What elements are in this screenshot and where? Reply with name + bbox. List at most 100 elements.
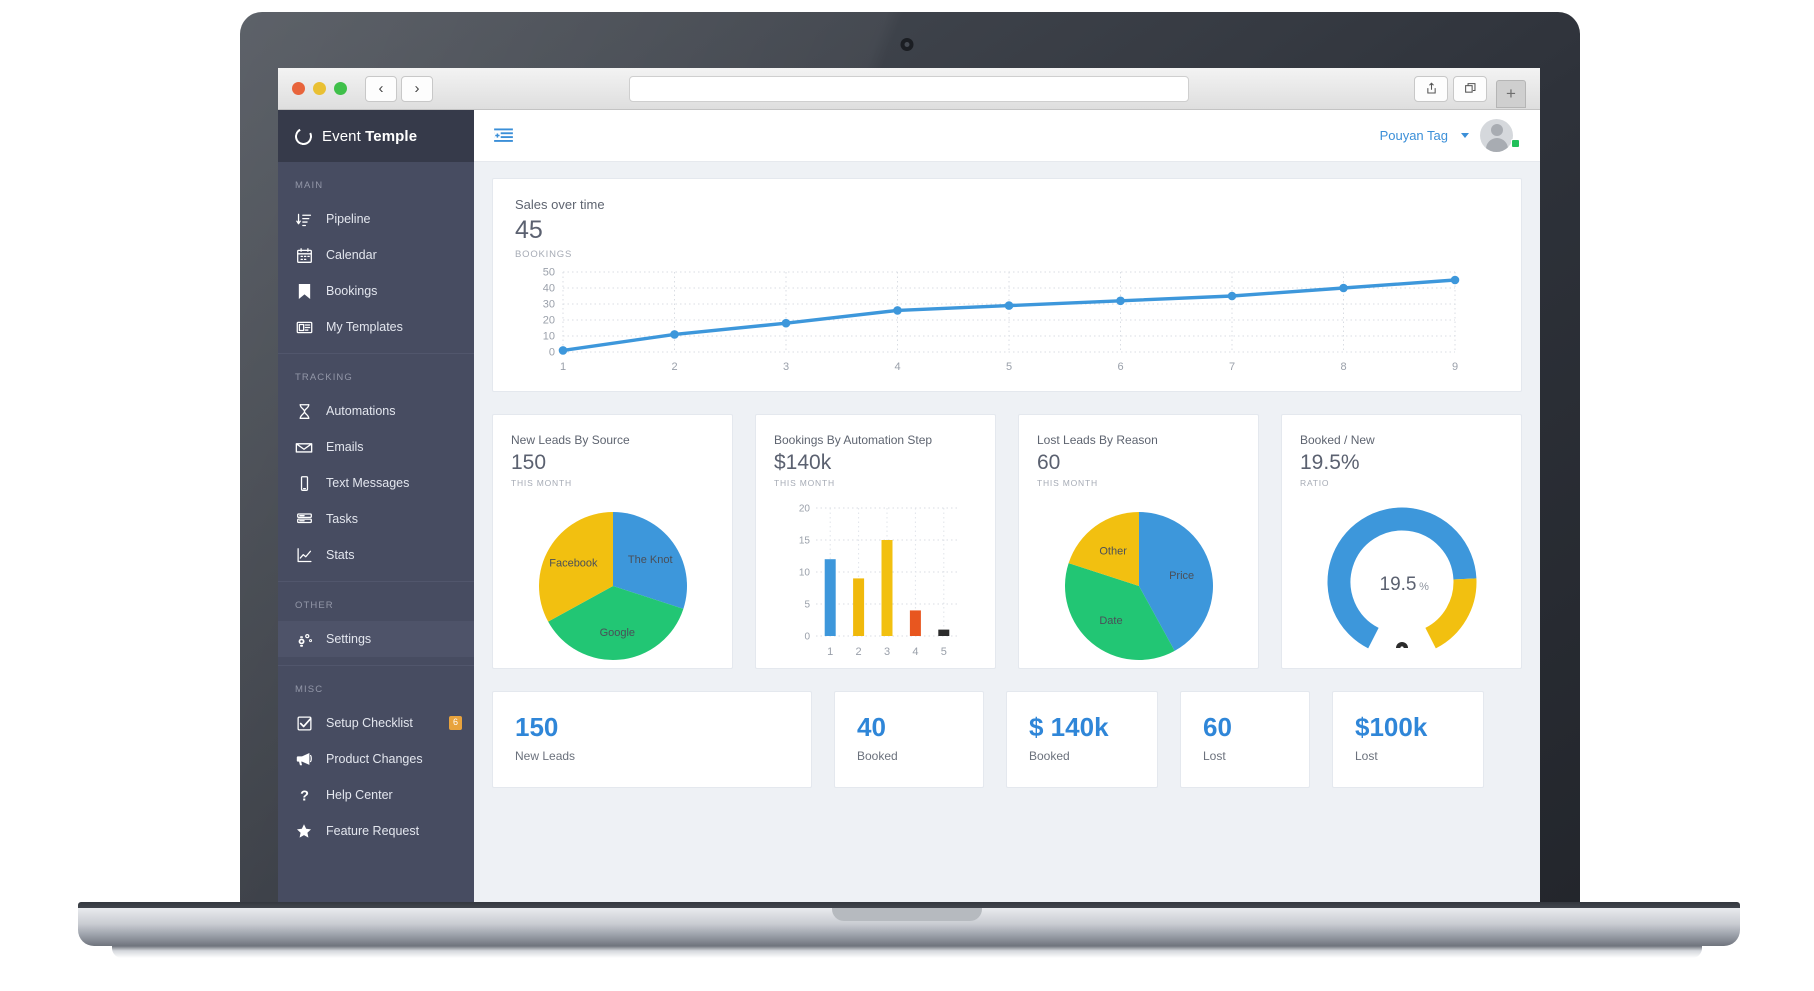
kpi-value: 150 bbox=[515, 711, 559, 742]
sidebar-item-setup-checklist[interactable]: Setup Checklist 6 bbox=[278, 705, 474, 741]
sidebar-item-label: Setup Checklist bbox=[326, 716, 413, 730]
svg-text:0: 0 bbox=[804, 631, 810, 642]
sidebar-item-bookings[interactable]: Bookings bbox=[278, 273, 474, 309]
sidebar-item-label: Help Center bbox=[326, 788, 393, 802]
sidebar: Event Temple MAIN Pipeline Calendar Booking… bbox=[278, 110, 474, 904]
sidebar-item-pipeline[interactable]: Pipeline bbox=[278, 201, 474, 237]
sidebar-item-badge: 6 bbox=[448, 716, 462, 730]
forward-button[interactable]: › bbox=[401, 75, 433, 102]
sidebar-item-calendar[interactable]: Calendar bbox=[278, 237, 474, 273]
card-value: 60 bbox=[1037, 450, 1061, 474]
card-title: New Leads By Source bbox=[511, 432, 630, 447]
kpi-value: $ 140k bbox=[1029, 711, 1109, 742]
status-badge bbox=[1511, 139, 1520, 148]
kpi-new-leads: 150 New Leads bbox=[492, 690, 812, 788]
sidebar-item-help-center[interactable]: ? Help Center bbox=[278, 777, 474, 813]
sidebar-item-product-changes[interactable]: Product Changes bbox=[278, 741, 474, 777]
avatar-head bbox=[1490, 124, 1503, 136]
svg-text:8: 8 bbox=[1340, 361, 1346, 373]
svg-text:20: 20 bbox=[543, 314, 555, 326]
line-chart: 0 10 20 30 40 50 1 2 3 4 5 6 7 8 9 bbox=[515, 266, 1499, 381]
maximize-window-button[interactable] bbox=[334, 82, 347, 95]
new-tab-button[interactable]: + bbox=[1496, 79, 1526, 108]
lost-leads-by-reason-card: Lost Leads By Reason 60 THIS MONTH Price… bbox=[1018, 413, 1259, 669]
card-title: Lost Leads By Reason bbox=[1037, 432, 1158, 447]
sidebar-item-automations[interactable]: Automations bbox=[278, 393, 474, 429]
brand-logo[interactable]: Event Temple bbox=[278, 110, 474, 162]
mobile-phone-icon bbox=[295, 474, 313, 492]
sidebar-item-settings[interactable]: Settings bbox=[278, 621, 474, 657]
user-menu[interactable]: Pouyan Tag bbox=[1380, 119, 1520, 152]
dashboard-content: Sales over time 45 BOOKINGS 0 10 20 30 40 50 1… bbox=[474, 162, 1540, 904]
sidebar-item-label: Pipeline bbox=[326, 212, 371, 226]
card-sub: RATIO bbox=[1300, 477, 1330, 488]
chevron-down-icon[interactable] bbox=[1461, 133, 1469, 138]
booked-new-ratio-card: Booked / New 19.5% RATIO 19.5% bbox=[1281, 413, 1522, 669]
laptop-notch bbox=[832, 908, 982, 921]
main-panel: Pouyan Tag Sales over time 45 BOOKINGS 0… bbox=[474, 110, 1540, 904]
task-list-icon bbox=[295, 510, 313, 528]
card-title: Sales over time bbox=[515, 197, 605, 212]
duplicate-tabs-icon[interactable] bbox=[1453, 75, 1487, 102]
close-window-button[interactable] bbox=[292, 82, 305, 95]
svg-text:15: 15 bbox=[798, 535, 810, 546]
sidebar-section-title: TRACKING bbox=[295, 372, 353, 383]
sidebar-item-label: Tasks bbox=[326, 512, 358, 526]
sidebar-item-label: Stats bbox=[326, 548, 355, 562]
svg-text:Price: Price bbox=[1169, 570, 1194, 582]
card-value: $140k bbox=[774, 450, 832, 474]
svg-text:1: 1 bbox=[560, 361, 566, 373]
avatar[interactable] bbox=[1480, 119, 1513, 152]
svg-text:2: 2 bbox=[671, 361, 677, 373]
application-body: Event Temple MAIN Pipeline Calendar Booking… bbox=[278, 110, 1540, 904]
sort-list-icon bbox=[295, 210, 313, 228]
sidebar-section-main: MAIN Pipeline Calendar Bookings My Templates bbox=[278, 162, 474, 353]
brand-name-light: Event bbox=[322, 127, 361, 145]
svg-text:%: % bbox=[1419, 581, 1429, 593]
sidebar-item-text-messages[interactable]: Text Messages bbox=[278, 465, 474, 501]
sales-over-time-card: Sales over time 45 BOOKINGS 0 10 20 30 40 50 1… bbox=[492, 178, 1522, 392]
svg-text:4: 4 bbox=[894, 361, 900, 373]
back-button[interactable]: ‹ bbox=[365, 75, 397, 102]
card-unit: BOOKINGS bbox=[515, 248, 573, 260]
bar-chart-automation: 0 5 10 15 20 1 2 3 4 5 bbox=[774, 494, 977, 664]
svg-text:5: 5 bbox=[940, 646, 946, 658]
window-controls[interactable] bbox=[292, 82, 347, 95]
sidebar-item-stats[interactable]: Stats bbox=[278, 537, 474, 573]
template-card-icon bbox=[295, 318, 313, 336]
sidebar-item-emails[interactable]: Emails bbox=[278, 429, 474, 465]
browser-chrome: ‹ › + bbox=[278, 68, 1540, 110]
address-bar[interactable] bbox=[629, 75, 1189, 102]
card-value: 45 bbox=[515, 216, 543, 244]
kpi-value: 60 bbox=[1203, 711, 1232, 742]
list-toggle-icon[interactable] bbox=[494, 128, 513, 143]
minimize-window-button[interactable] bbox=[313, 82, 326, 95]
svg-text:2: 2 bbox=[855, 646, 861, 658]
svg-text:4: 4 bbox=[912, 646, 918, 658]
kpi-lost-amount: $100k Lost bbox=[1332, 690, 1484, 788]
gears-icon bbox=[295, 630, 313, 648]
sidebar-item-my-templates[interactable]: My Templates bbox=[278, 309, 474, 345]
svg-text:6: 6 bbox=[1117, 361, 1123, 373]
sidebar-item-label: Product Changes bbox=[326, 752, 423, 766]
share-icon[interactable] bbox=[1414, 75, 1448, 102]
megaphone-icon bbox=[295, 750, 313, 768]
sidebar-item-feature-request[interactable]: Feature Request bbox=[278, 813, 474, 849]
sidebar-item-label: Automations bbox=[326, 404, 396, 418]
svg-text:?: ? bbox=[300, 788, 309, 803]
sidebar-item-tasks[interactable]: Tasks bbox=[278, 501, 474, 537]
browser-navigation[interactable]: ‹ › bbox=[365, 75, 433, 102]
kpi-lost-count: 60 Lost bbox=[1180, 690, 1310, 788]
card-sub: THIS MONTH bbox=[774, 477, 835, 488]
svg-text:10: 10 bbox=[798, 567, 810, 578]
card-sub: THIS MONTH bbox=[1037, 477, 1098, 488]
calendar-icon bbox=[295, 246, 313, 264]
bookmark-icon bbox=[295, 282, 313, 300]
screenshot-stage: ‹ › + Event Temple MAIN Pipeline Calenda… bbox=[0, 0, 1814, 991]
avatar-body bbox=[1485, 138, 1508, 152]
topbar: Pouyan Tag bbox=[474, 110, 1540, 162]
sidebar-section-title: OTHER bbox=[295, 600, 334, 611]
hourglass-icon bbox=[295, 402, 313, 420]
kpi-row: 150 New Leads 40 Booked $ 140k Booked 60… bbox=[492, 690, 1522, 788]
sidebar-item-label: Settings bbox=[326, 632, 372, 646]
